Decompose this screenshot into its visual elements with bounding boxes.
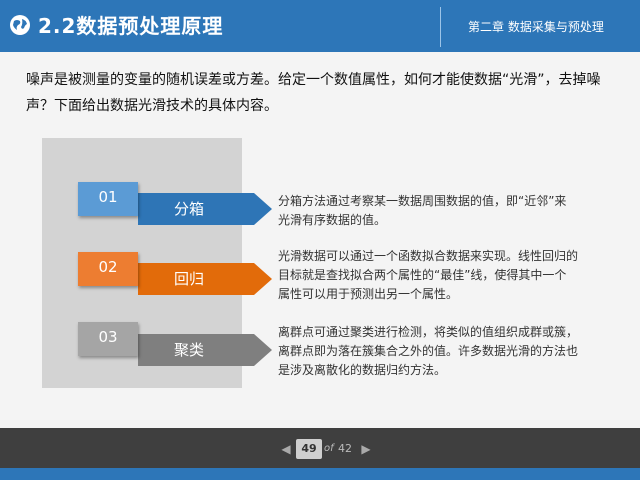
- globe-icon: [10, 15, 30, 35]
- chapter-label: 第二章 数据采集与预处理: [468, 20, 604, 34]
- item-label-1: 分箱: [174, 200, 205, 218]
- footer-strip: [0, 468, 640, 480]
- chevron-left-icon[interactable]: ◀: [278, 437, 294, 461]
- description-3: 离群点可通过聚类进行检测，将类似的值组织成群或簇，离群点即为落在簇集合之外的值。…: [278, 325, 579, 377]
- ribbon-3: 聚类: [138, 334, 272, 366]
- ribbon-1: 分箱: [138, 193, 272, 225]
- total-pages: 42: [338, 442, 352, 455]
- item-number-1: 01: [98, 188, 118, 206]
- number-box-1: 01: [78, 182, 138, 216]
- chevron-right-icon[interactable]: ▶: [358, 437, 374, 461]
- header-bar: 2.2数据预处理原理 第二章 数据采集与预处理: [0, 0, 640, 52]
- item-number-2: 02: [98, 258, 118, 276]
- header-divider: [440, 7, 441, 47]
- current-page: 49: [296, 439, 322, 459]
- number-box-2: 02: [78, 252, 138, 286]
- pagination: ◀ 49 of 42 ▶: [281, 437, 371, 461]
- item-label-2: 回归: [174, 270, 205, 288]
- description-1: 分箱方法通过考察某一数据周围数据的值，即“近邻”来光滑有序数据的值。: [278, 194, 567, 227]
- ribbon-2: 回归: [138, 263, 272, 295]
- description-2: 光滑数据可以通过一个函数拟合数据来实现。线性回归的目标就是查找拟合两个属性的“最…: [278, 249, 579, 301]
- intro-text: 噪声是被测量的变量的随机误差或方差。给定一个数值属性，如何才能使数据“光滑”，去…: [26, 72, 601, 114]
- item-label-3: 聚类: [174, 341, 205, 359]
- page-of-label: of: [324, 443, 334, 454]
- number-box-3: 03: [78, 322, 138, 356]
- item-number-3: 03: [98, 328, 118, 346]
- page-title: 2.2数据预处理原理: [38, 14, 224, 38]
